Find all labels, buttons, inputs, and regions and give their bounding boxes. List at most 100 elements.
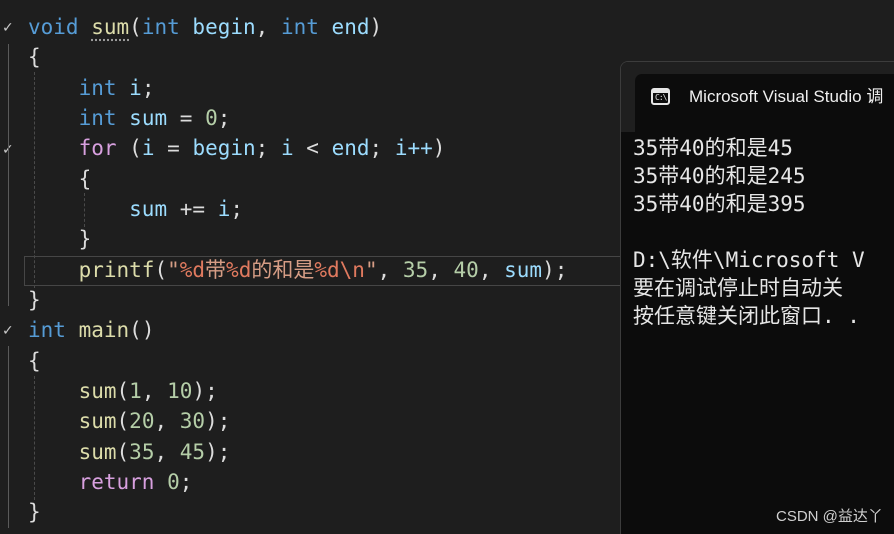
punctuation-token: ( (129, 15, 142, 39)
code-line[interactable]: } (28, 497, 41, 527)
code-line[interactable]: { (28, 42, 41, 72)
variable-token: i (217, 197, 231, 221)
number-token: 40 (453, 258, 479, 282)
punctuation-token: , (154, 409, 168, 433)
parameter-token: begin (192, 15, 256, 39)
code-line[interactable]: int main() (28, 315, 154, 345)
variable-token: sum (129, 197, 168, 221)
variable-token: i (280, 136, 294, 160)
function-name-token: sum (91, 15, 130, 39)
control-keyword-token: return (78, 470, 155, 494)
variable-token: i (141, 136, 155, 160)
string-token: 的和是 (251, 258, 315, 282)
code-line[interactable]: int sum = 0; (28, 103, 231, 133)
console-output-line: 35带40的和是45 (633, 136, 793, 160)
number-token: 30 (179, 409, 206, 433)
variable-token: i (129, 76, 142, 100)
variable-token: sum (504, 258, 543, 282)
punctuation-token: ; (141, 76, 155, 100)
console-output-line: 35带40的和是245 (633, 164, 806, 188)
punctuation-token: , (377, 258, 391, 282)
operator-token: += (179, 197, 206, 221)
number-token: 45 (179, 440, 206, 464)
code-line[interactable]: return 0; (28, 467, 193, 497)
code-line[interactable]: } (28, 224, 92, 254)
parameter-token: end (331, 15, 370, 39)
brace-token: { (28, 45, 41, 69)
code-line[interactable]: printf("%d带%d的和是%d\n", 35, 40, sum); (28, 255, 568, 285)
function-name-token: main (78, 318, 130, 342)
punctuation-token: ( (129, 136, 142, 160)
code-line[interactable]: for (i = begin; i < end; i++) (28, 133, 446, 163)
variable-token: i++ (394, 136, 433, 160)
number-token: 20 (129, 409, 155, 433)
code-line[interactable]: sum(35, 45); (28, 437, 231, 467)
punctuation-token: ; (369, 136, 383, 160)
console-window[interactable]: C:\ Microsoft Visual Studio 调 35带40的和是45… (620, 61, 894, 534)
punctuation-token: , (428, 258, 441, 282)
punctuation-token: ) (369, 15, 383, 39)
punctuation-token: ; (217, 106, 231, 130)
punctuation-token: , (154, 440, 168, 464)
console-output-line: 按任意键关闭此窗口. . (633, 304, 860, 328)
keyword-token: void (28, 15, 79, 39)
operator-token: = (179, 106, 193, 130)
number-token: 35 (129, 440, 155, 464)
console-output-line: 35带40的和是395 (633, 192, 806, 216)
punctuation-token: ( (116, 440, 130, 464)
code-line[interactable]: { (28, 164, 92, 194)
console-output[interactable]: 35带40的和是45 35带40的和是245 35带40的和是395 D:\软件… (633, 134, 894, 330)
number-token: 35 (402, 258, 429, 282)
console-tab[interactable]: C:\ Microsoft Visual Studio 调 (635, 74, 894, 132)
terminal-icon-glyph: C:\ (655, 93, 667, 102)
operator-token: < (306, 136, 319, 160)
function-name-token: sum (78, 379, 117, 403)
function-name-token: sum (78, 409, 117, 433)
punctuation-token: ); (542, 258, 568, 282)
keyword-token: int (78, 76, 117, 100)
punctuation-token: ; (179, 470, 193, 494)
brace-token: } (28, 500, 41, 524)
string-token: " (364, 258, 378, 282)
console-title: Microsoft Visual Studio 调 (689, 87, 884, 106)
fold-toggle-icon[interactable]: ✓ (2, 21, 14, 35)
punctuation-token: () (129, 318, 155, 342)
console-output-line: D:\软件\Microsoft V (633, 248, 865, 272)
console-titlebar[interactable]: C:\ Microsoft Visual Studio 调 (621, 62, 894, 132)
fold-region-line (8, 166, 9, 244)
punctuation-token: ); (205, 409, 231, 433)
brace-token: } (78, 227, 92, 251)
code-line[interactable]: void sum(int begin, int end) (28, 12, 382, 42)
code-line[interactable]: sum(1, 10); (28, 376, 218, 406)
number-token: 10 (167, 379, 193, 403)
code-line[interactable]: int i; (28, 73, 155, 103)
punctuation-token: ; (230, 197, 244, 221)
number-token: 0 (167, 470, 180, 494)
string-token: " (167, 258, 180, 282)
function-name-token: printf (78, 258, 155, 282)
punctuation-token: , (255, 15, 269, 39)
punctuation-token: ( (116, 409, 130, 433)
screen: ✓ ✓ ✓ void sum(int begin, int end) { int… (0, 0, 894, 534)
string-token: 带 (205, 258, 227, 282)
keyword-token: int (28, 318, 66, 342)
function-name-token: sum (78, 440, 117, 464)
format-specifier-token: %d (314, 258, 340, 282)
variable-token: sum (129, 106, 168, 130)
fold-toggle-icon[interactable]: ✓ (2, 324, 14, 338)
format-specifier-token: %d (179, 258, 206, 282)
format-specifier-token: %d (226, 258, 252, 282)
code-line[interactable]: { (28, 346, 41, 376)
punctuation-token: ( (154, 258, 168, 282)
code-line[interactable]: } (28, 285, 41, 315)
control-keyword-token: for (78, 136, 117, 160)
number-token: 0 (205, 106, 218, 130)
escape-sequence-token: \n (339, 258, 365, 282)
code-line[interactable]: sum(20, 30); (28, 406, 231, 436)
fold-region-line (8, 346, 9, 528)
punctuation-token: ); (192, 379, 218, 403)
console-output-line: 要在调试停止时自动关 (633, 276, 843, 300)
punctuation-token: ); (205, 440, 231, 464)
code-line[interactable]: sum += i; (28, 194, 243, 224)
